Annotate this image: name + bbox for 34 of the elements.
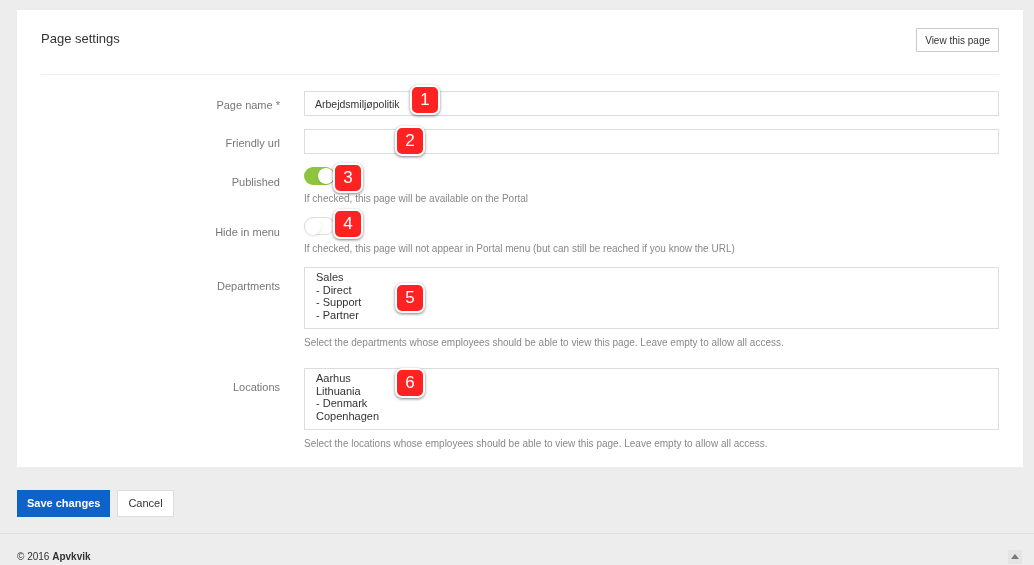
number-callout: 1 [410,85,440,115]
field-label: Hide in menu [215,226,280,238]
help-text: Select the departments whose employees should be able to view this page. Leave empty to allow all access. [304,336,785,350]
list-option[interactable]: - Direct [316,283,352,296]
save-button[interactable]: Save changes [17,490,111,517]
copyright-text: © 2016 Apvkvik [17,550,91,564]
scroll-up-button[interactable] [1008,549,1022,564]
cancel-button[interactable]: Cancel [117,490,174,517]
panel-title: Page settings [41,30,120,48]
help-text: If checked, this page will not appear in Portal menu (but can still be reached if you know the URL) [304,242,736,256]
field-label: Published [231,176,280,188]
caret-up-icon [1011,554,1019,559]
list-option[interactable]: - Support [316,296,362,309]
field-label: Friendly url [225,136,280,149]
list-option[interactable]: Copenhagen [316,409,379,422]
list-option[interactable]: Aarhus [316,372,351,385]
list-option[interactable]: Sales [316,271,344,284]
text-field[interactable] [304,129,999,154]
list-option[interactable]: - Denmark [316,397,368,410]
field-label: Page name * [216,98,280,111]
number-callout: 4 [333,209,363,239]
number-callout: 3 [333,163,363,193]
number-callout: 6 [395,368,425,398]
list-option[interactable]: Lithuania [316,384,361,397]
toggle-switch[interactable] [304,167,335,185]
field-label: Locations [232,381,280,393]
help-text: Select the locations whose employees should be able to view this page. Leave empty to allow all access. [304,437,769,451]
help-text: If checked, this page will be available on the Portal [304,192,530,206]
number-callout: 5 [395,283,425,313]
number-callout: 2 [395,126,425,156]
view-page-button[interactable]: View this page [916,28,999,52]
toggle-switch[interactable] [304,217,335,235]
field-label: Departments [217,280,280,292]
list-option[interactable]: - Partner [316,308,359,321]
